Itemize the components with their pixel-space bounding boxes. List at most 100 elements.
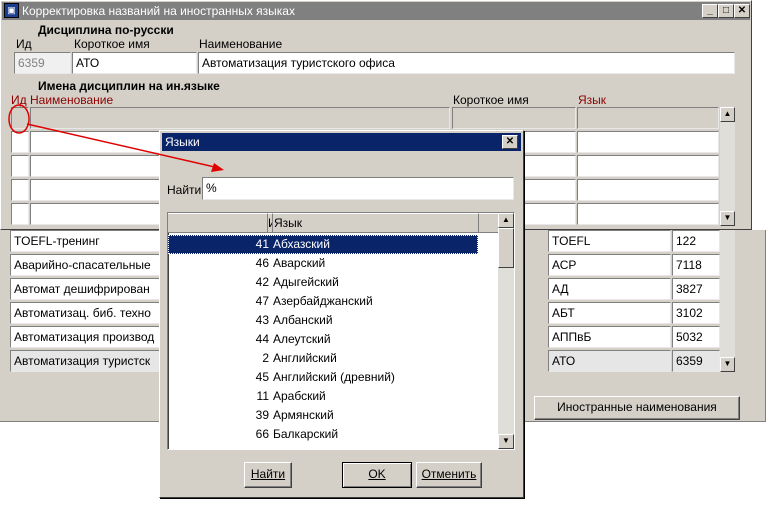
language-id: 11	[256, 389, 269, 403]
foreign-row-id[interactable]	[11, 179, 29, 201]
language-row[interactable]: 43 Албанский	[168, 311, 478, 330]
foreign-row-id[interactable]	[11, 203, 29, 225]
main-window-title: Корректировка названий на иностранных яз…	[22, 4, 295, 18]
scroll-down-icon[interactable]: ▼	[720, 357, 735, 372]
background-list-scrollbar[interactable]: ▼	[720, 230, 735, 372]
discipline-short-field[interactable]: АТО	[72, 52, 197, 74]
bg-row-short[interactable]: АБТ	[548, 302, 671, 324]
discipline-name-field[interactable]: Автоматизация туристского офиса	[198, 52, 735, 74]
foreign-row-lang[interactable]	[577, 155, 719, 177]
bg-row-id[interactable]: 3827	[672, 278, 720, 300]
foreign-row-lang[interactable]	[577, 203, 719, 225]
bg-row-name[interactable]: Автомат дешифрирован	[10, 278, 162, 300]
scroll-down-icon[interactable]: ▼	[498, 434, 514, 449]
language-name: Алеутский	[273, 332, 331, 346]
bg-row-id[interactable]: 7118	[672, 254, 720, 276]
language-name: Арабский	[273, 389, 326, 403]
ok-button[interactable]: OK	[342, 462, 412, 488]
dialog-title: Языки	[165, 135, 200, 149]
scroll-up-icon[interactable]: ▲	[720, 107, 735, 122]
foreign-col-id-label: Ид	[11, 93, 27, 107]
bg-row-short[interactable]: АСР	[548, 254, 671, 276]
foreign-row-name[interactable]	[30, 107, 450, 129]
languages-list-scrollbar[interactable]: ▲ ▼	[498, 213, 514, 449]
language-row[interactable]: 41 Абхазский	[168, 235, 478, 254]
bg-row-name[interactable]: Автоматизация туристск	[10, 350, 162, 372]
language-name: Азербайджанский	[273, 294, 373, 308]
close-icon[interactable]: ✕	[734, 4, 750, 18]
language-id: 43	[255, 313, 269, 327]
language-id: 2	[262, 351, 269, 365]
list-header-right	[478, 213, 498, 233]
foreign-row-id[interactable]	[11, 155, 29, 177]
col-name-label: Наименование	[199, 37, 283, 51]
bg-row-short[interactable]: TOEFL	[548, 230, 671, 252]
language-row[interactable]: 39 Армянский	[168, 406, 478, 425]
bg-row-id[interactable]: 122	[672, 230, 720, 252]
language-row[interactable]: 44 Алеутский	[168, 330, 478, 349]
language-id: 39	[255, 408, 269, 422]
bg-row-name[interactable]: Автоматизац. биб. техно	[10, 302, 162, 324]
scroll-down-icon[interactable]: ▼	[720, 211, 735, 226]
discipline-id-field[interactable]: 6359	[14, 52, 71, 74]
language-id: 42	[255, 275, 269, 289]
find-label: Найти	[167, 183, 202, 197]
scroll-up-icon[interactable]: ▲	[498, 213, 514, 228]
language-row[interactable]: 42 Адыгейский	[168, 273, 478, 292]
language-id: 66	[255, 427, 269, 441]
section-foreign-title: Имена дисциплин на ин.языке	[38, 79, 220, 93]
language-name: Английский	[273, 351, 337, 365]
bg-row-short[interactable]: АД	[548, 278, 671, 300]
language-row[interactable]: 47 Азербайджанский	[168, 292, 478, 311]
header-lang[interactable]: Язык	[272, 213, 478, 233]
list-header: Ид Язык	[168, 213, 478, 233]
bg-row-id[interactable]: 5032	[672, 326, 720, 348]
language-row[interactable]: 66 Балкарский	[168, 425, 478, 444]
language-row[interactable]: 45 Английский (древний)	[168, 368, 478, 387]
language-row[interactable]: 46 Аварский	[168, 254, 478, 273]
language-id: 46	[255, 256, 269, 270]
bg-row-name[interactable]: Автоматизация производ	[10, 326, 162, 348]
languages-list: Ид Язык 41 Абхазский 46 Аварский 42 Адыгейски…	[167, 212, 515, 450]
foreign-row-lang[interactable]	[577, 131, 719, 153]
foreign-row-id[interactable]	[11, 107, 29, 129]
language-name: Аварский	[273, 256, 326, 270]
language-row[interactable]: 11 Арабский	[168, 387, 478, 406]
foreign-names-button[interactable]: Иностранные наименования	[534, 396, 740, 420]
bg-row-short[interactable]: АППвБ	[548, 326, 671, 348]
cancel-button[interactable]: Отменить	[416, 462, 482, 488]
list-header-spacer	[168, 213, 268, 233]
bg-row-name[interactable]: TOEFL-тренинг	[10, 230, 162, 252]
bg-row-short[interactable]: АТО	[548, 350, 671, 372]
minimize-icon[interactable]: _	[702, 4, 718, 18]
bg-row-id[interactable]: 6359	[672, 350, 720, 372]
foreign-col-lang-label: Язык	[578, 93, 607, 107]
language-id: 41	[255, 237, 269, 251]
main-window-titlebar[interactable]: ▣ Корректировка названий на иностранных …	[2, 2, 750, 20]
foreign-row-id[interactable]	[11, 131, 29, 153]
find-input[interactable]: %	[202, 177, 514, 200]
language-name: Английский (древний)	[273, 370, 395, 384]
foreign-row-lang[interactable]	[577, 179, 719, 201]
find-button-label: Найти	[250, 467, 286, 481]
scroll-thumb[interactable]	[498, 228, 514, 268]
bg-row-id[interactable]: 3102	[672, 302, 720, 324]
list-rows: 41 Абхазский 46 Аварский 42 Адыгейский 47 Азерб…	[168, 235, 498, 449]
bg-row-name[interactable]: Аварийно-спасательные	[10, 254, 162, 276]
language-id: 44	[255, 332, 269, 346]
foreign-row-lang[interactable]	[577, 107, 719, 129]
section-russian-title: Дисциплина по-русски	[38, 23, 174, 37]
foreign-grid-scrollbar[interactable]: ▲ ▼	[720, 107, 735, 226]
language-row[interactable]: 2 Английский	[168, 349, 478, 368]
dialog-titlebar[interactable]: Языки ✕	[162, 133, 521, 151]
foreign-col-name-label: Наименование	[30, 93, 114, 107]
dialog-close-icon[interactable]: ✕	[502, 135, 518, 149]
maximize-icon[interactable]: □	[718, 4, 734, 18]
language-id: 45	[255, 370, 269, 384]
language-name: Балкарский	[273, 427, 339, 441]
col-short-label: Короткое имя	[74, 37, 150, 51]
language-name: Адыгейский	[273, 275, 339, 289]
foreign-row-short[interactable]	[452, 107, 576, 129]
find-button[interactable]: Найти	[244, 462, 292, 488]
col-id-label: Ид	[16, 37, 32, 51]
